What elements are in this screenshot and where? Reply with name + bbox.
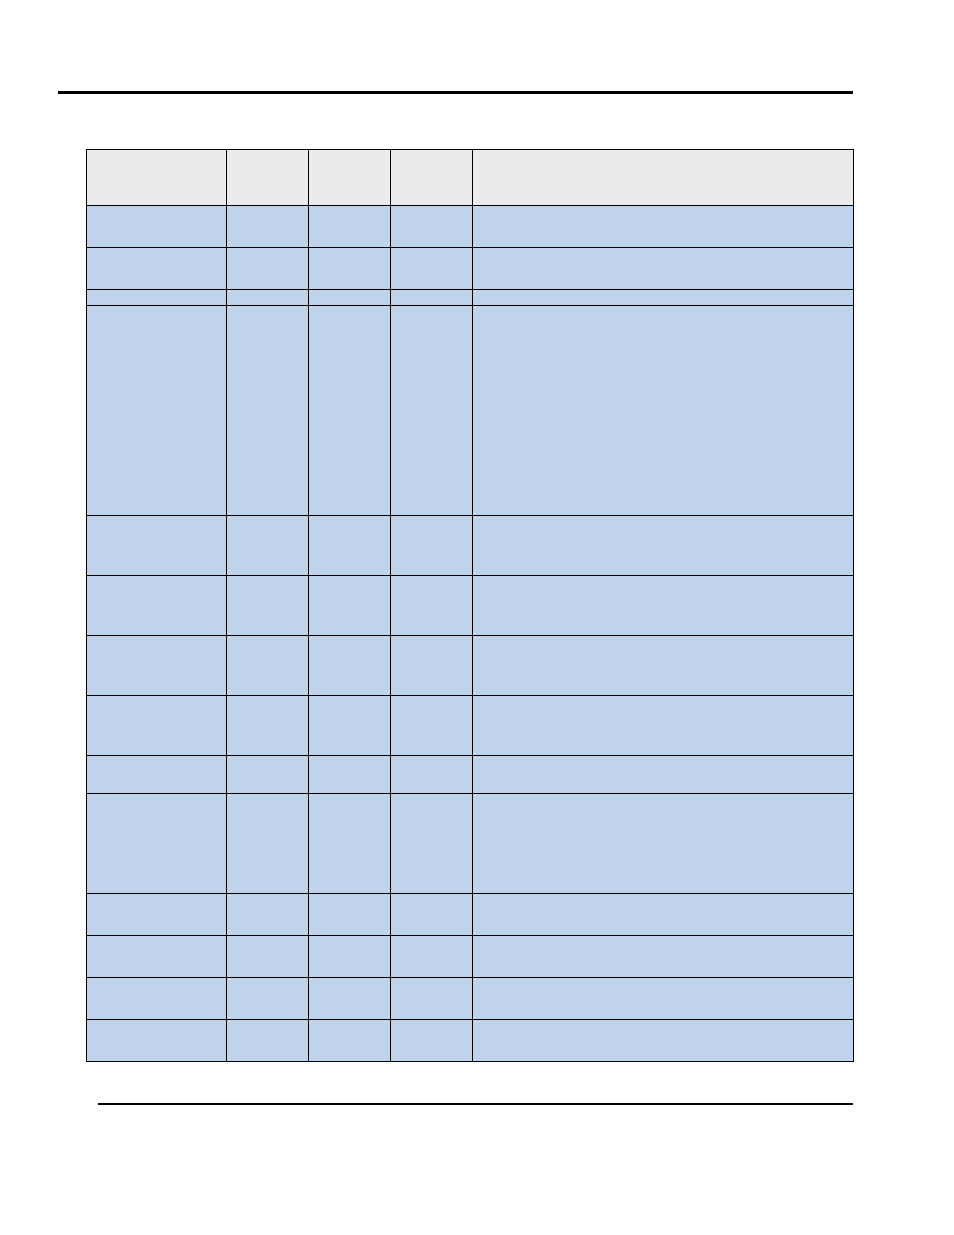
table-cell — [87, 248, 227, 290]
table-cell — [87, 206, 227, 248]
table-row — [87, 516, 854, 576]
table-cell — [227, 576, 309, 636]
table-cell — [309, 696, 391, 756]
table-cell — [473, 756, 854, 794]
table-cell — [473, 894, 854, 936]
table-cell — [87, 636, 227, 696]
table-cell — [473, 636, 854, 696]
table-cell — [227, 1020, 309, 1062]
table-row — [87, 248, 854, 290]
table-cell — [309, 306, 391, 516]
table-cell — [309, 290, 391, 306]
data-table — [86, 149, 854, 1062]
table-row — [87, 936, 854, 978]
table-cell — [227, 794, 309, 894]
table-cell — [309, 1020, 391, 1062]
table-row — [87, 306, 854, 516]
table-cell — [391, 248, 473, 290]
table-header-cell — [227, 150, 309, 206]
table-header-cell — [473, 150, 854, 206]
table-cell — [87, 306, 227, 516]
table-cell — [391, 290, 473, 306]
table-cell — [309, 576, 391, 636]
table-cell — [227, 978, 309, 1020]
table-cell — [391, 636, 473, 696]
table-cell — [87, 936, 227, 978]
table-cell — [87, 696, 227, 756]
table-cell — [87, 516, 227, 576]
table-cell — [473, 696, 854, 756]
table-cell — [391, 978, 473, 1020]
table-cell — [473, 248, 854, 290]
table-cell — [309, 978, 391, 1020]
table-cell — [309, 794, 391, 894]
table-cell — [309, 756, 391, 794]
table-row — [87, 894, 854, 936]
page — [0, 0, 954, 1235]
table-cell — [87, 576, 227, 636]
table-header-cell — [87, 150, 227, 206]
table-row — [87, 794, 854, 894]
table-cell — [87, 290, 227, 306]
table-cell — [87, 978, 227, 1020]
table-cell — [391, 306, 473, 516]
table-cell — [391, 756, 473, 794]
table-cell — [309, 206, 391, 248]
table-cell — [473, 1020, 854, 1062]
table-cell — [391, 794, 473, 894]
table-cell — [473, 290, 854, 306]
table-cell — [391, 696, 473, 756]
table-cell — [87, 1020, 227, 1062]
table-cell — [473, 576, 854, 636]
table-cell — [309, 894, 391, 936]
table-header-cell — [309, 150, 391, 206]
table-row — [87, 206, 854, 248]
table-cell — [227, 516, 309, 576]
table-row — [87, 636, 854, 696]
table-cell — [309, 636, 391, 696]
table-row — [87, 1020, 854, 1062]
table-cell — [473, 936, 854, 978]
table-header — [87, 150, 854, 206]
table-cell — [227, 936, 309, 978]
table-cell — [309, 936, 391, 978]
table-row — [87, 290, 854, 306]
table-cell — [391, 516, 473, 576]
top-horizontal-rule — [58, 91, 853, 94]
table-cell — [391, 206, 473, 248]
table-cell — [309, 248, 391, 290]
table-cell — [87, 794, 227, 894]
table-header-row — [87, 150, 854, 206]
table-cell — [227, 206, 309, 248]
table-cell — [391, 936, 473, 978]
table-cell — [227, 696, 309, 756]
table-cell — [309, 516, 391, 576]
table-cell — [87, 756, 227, 794]
table-cell — [227, 290, 309, 306]
table-row — [87, 978, 854, 1020]
table-cell — [473, 516, 854, 576]
table-row — [87, 756, 854, 794]
table-cell — [227, 636, 309, 696]
table-cell — [227, 248, 309, 290]
bottom-horizontal-rule — [98, 1103, 853, 1105]
table-row — [87, 576, 854, 636]
table-row — [87, 696, 854, 756]
table-cell — [227, 894, 309, 936]
table-header-cell — [391, 150, 473, 206]
table-cell — [473, 306, 854, 516]
table-body — [87, 206, 854, 1062]
table-cell — [391, 894, 473, 936]
table-cell — [473, 794, 854, 894]
table-cell — [473, 206, 854, 248]
table-cell — [391, 1020, 473, 1062]
table-cell — [227, 756, 309, 794]
table-cell — [473, 978, 854, 1020]
table-cell — [87, 894, 227, 936]
table-cell — [227, 306, 309, 516]
table-cell — [391, 576, 473, 636]
